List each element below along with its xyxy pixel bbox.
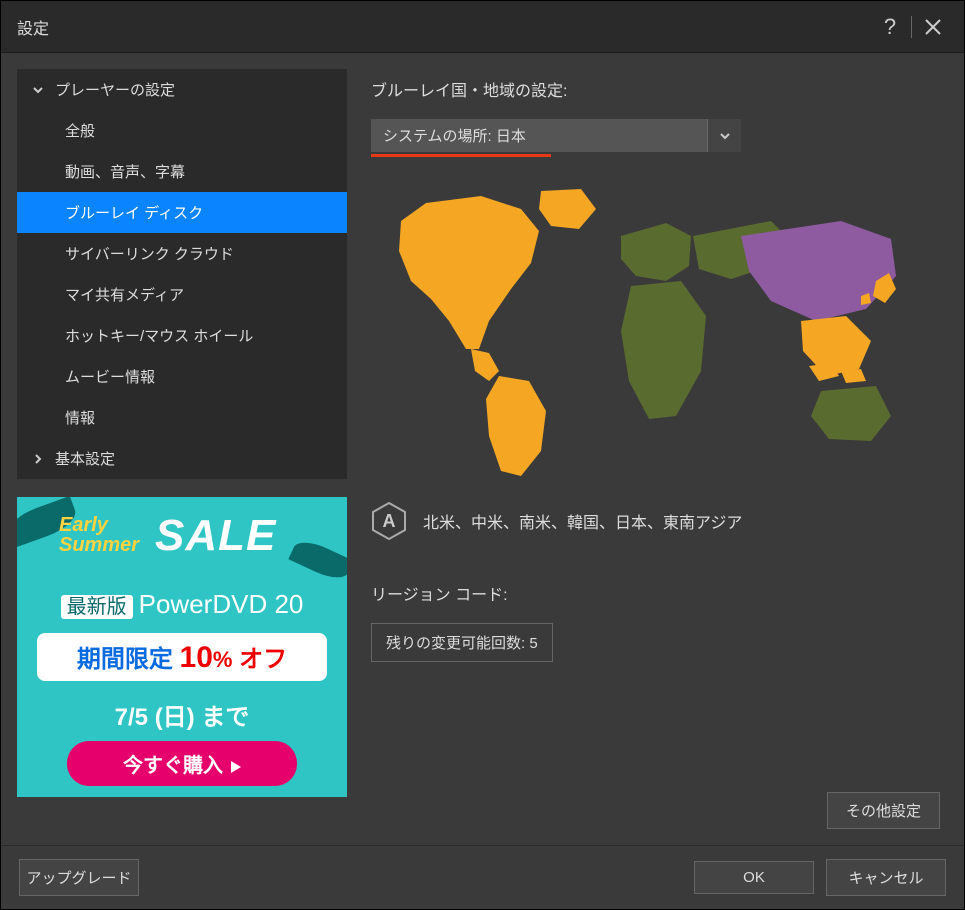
- world-map[interactable]: [371, 181, 911, 481]
- ok-button[interactable]: OK: [694, 861, 814, 894]
- chevron-down-icon: [31, 83, 45, 97]
- nav-item-hotkey-mousewheel[interactable]: ホットキー/マウス ホイール: [17, 315, 347, 356]
- promo-off-text: オフ: [239, 646, 287, 673]
- chevron-down-icon[interactable]: [707, 119, 741, 152]
- nav-item-general[interactable]: 全般: [17, 110, 347, 151]
- settings-window: 設定 ? プレーヤーの設定 全般 動画、音声、字幕 ブルーレイ ディスク サイバ…: [0, 0, 965, 910]
- promo-early-summer: EarlySummer: [59, 515, 139, 555]
- titlebar-divider: [911, 16, 912, 38]
- dialog-footer: アップグレード OK キャンセル: [1, 845, 964, 909]
- region-row: A 北米、中米、南米、韓国、日本、東南アジア: [371, 501, 940, 541]
- nav-group-player[interactable]: プレーヤーの設定: [17, 69, 347, 110]
- nav-item-cyberlink-cloud[interactable]: サイバーリンク クラウド: [17, 233, 347, 274]
- region-dropdown[interactable]: システムの場所: 日本: [371, 119, 741, 152]
- nav-group-basic[interactable]: 基本設定: [17, 438, 347, 479]
- leaf-decoration: [288, 536, 347, 585]
- promo-product-name: PowerDVD 20: [139, 589, 304, 619]
- cancel-button[interactable]: キャンセル: [826, 859, 946, 896]
- region-dropdown-value: システムの場所: 日本: [371, 119, 707, 152]
- region-countries: 北米、中米、南米、韓国、日本、東南アジア: [423, 509, 742, 533]
- promo-banner[interactable]: EarlySummer SALE 最新版PowerDVD 20 期間限定 10%…: [17, 497, 347, 797]
- nav-item-bluray-disc[interactable]: ブルーレイ ディスク: [17, 192, 347, 233]
- nav-item-movie-info[interactable]: ムービー情報: [17, 356, 347, 397]
- close-icon[interactable]: [918, 12, 948, 42]
- changes-remaining-box: 残りの変更可能回数: 5: [371, 623, 553, 662]
- region-letter: A: [371, 501, 407, 541]
- chevron-right-icon: [31, 452, 45, 466]
- upgrade-button[interactable]: アップグレード: [19, 859, 139, 896]
- promo-buy-button[interactable]: 今すぐ購入: [67, 741, 297, 786]
- nav-item-video-audio-subs[interactable]: 動画、音声、字幕: [17, 151, 347, 192]
- nav-group-label: 基本設定: [55, 448, 115, 469]
- promo-discount-number: 10: [180, 641, 213, 674]
- other-settings-button[interactable]: その他設定: [827, 792, 940, 829]
- window-title: 設定: [17, 15, 875, 39]
- promo-product-line: 最新版PowerDVD 20: [17, 589, 347, 620]
- dropdown-underline: [371, 154, 551, 157]
- sidebar: プレーヤーの設定 全般 動画、音声、字幕 ブルーレイ ディスク サイバーリンク …: [17, 69, 347, 829]
- promo-percent: %: [213, 647, 233, 672]
- nav-items-player: 全般 動画、音声、字幕 ブルーレイ ディスク サイバーリンク クラウド マイ共有…: [17, 110, 347, 438]
- titlebar: 設定 ?: [1, 1, 964, 53]
- region-hex-icon: A: [371, 501, 407, 541]
- promo-limited-text: 期間限定: [77, 646, 173, 673]
- promo-badge: 最新版: [61, 595, 133, 619]
- region-code-label: リージョン コード:: [371, 581, 940, 605]
- help-icon[interactable]: ?: [875, 12, 905, 42]
- promo-sale-text: SALE: [155, 511, 276, 561]
- dialog-body: プレーヤーの設定 全般 動画、音声、字幕 ブルーレイ ディスク サイバーリンク …: [1, 53, 964, 845]
- promo-discount-box: 期間限定 10% オフ: [37, 633, 327, 681]
- promo-date: 7/5 (日) まで: [17, 697, 347, 732]
- nav-item-info[interactable]: 情報: [17, 397, 347, 438]
- main-panel: ブルーレイ国・地域の設定: システムの場所: 日本: [363, 69, 948, 829]
- bluray-region-label: ブルーレイ国・地域の設定:: [371, 77, 940, 101]
- nav-group-label: プレーヤーの設定: [55, 79, 175, 100]
- nav-item-my-shared-media[interactable]: マイ共有メディア: [17, 274, 347, 315]
